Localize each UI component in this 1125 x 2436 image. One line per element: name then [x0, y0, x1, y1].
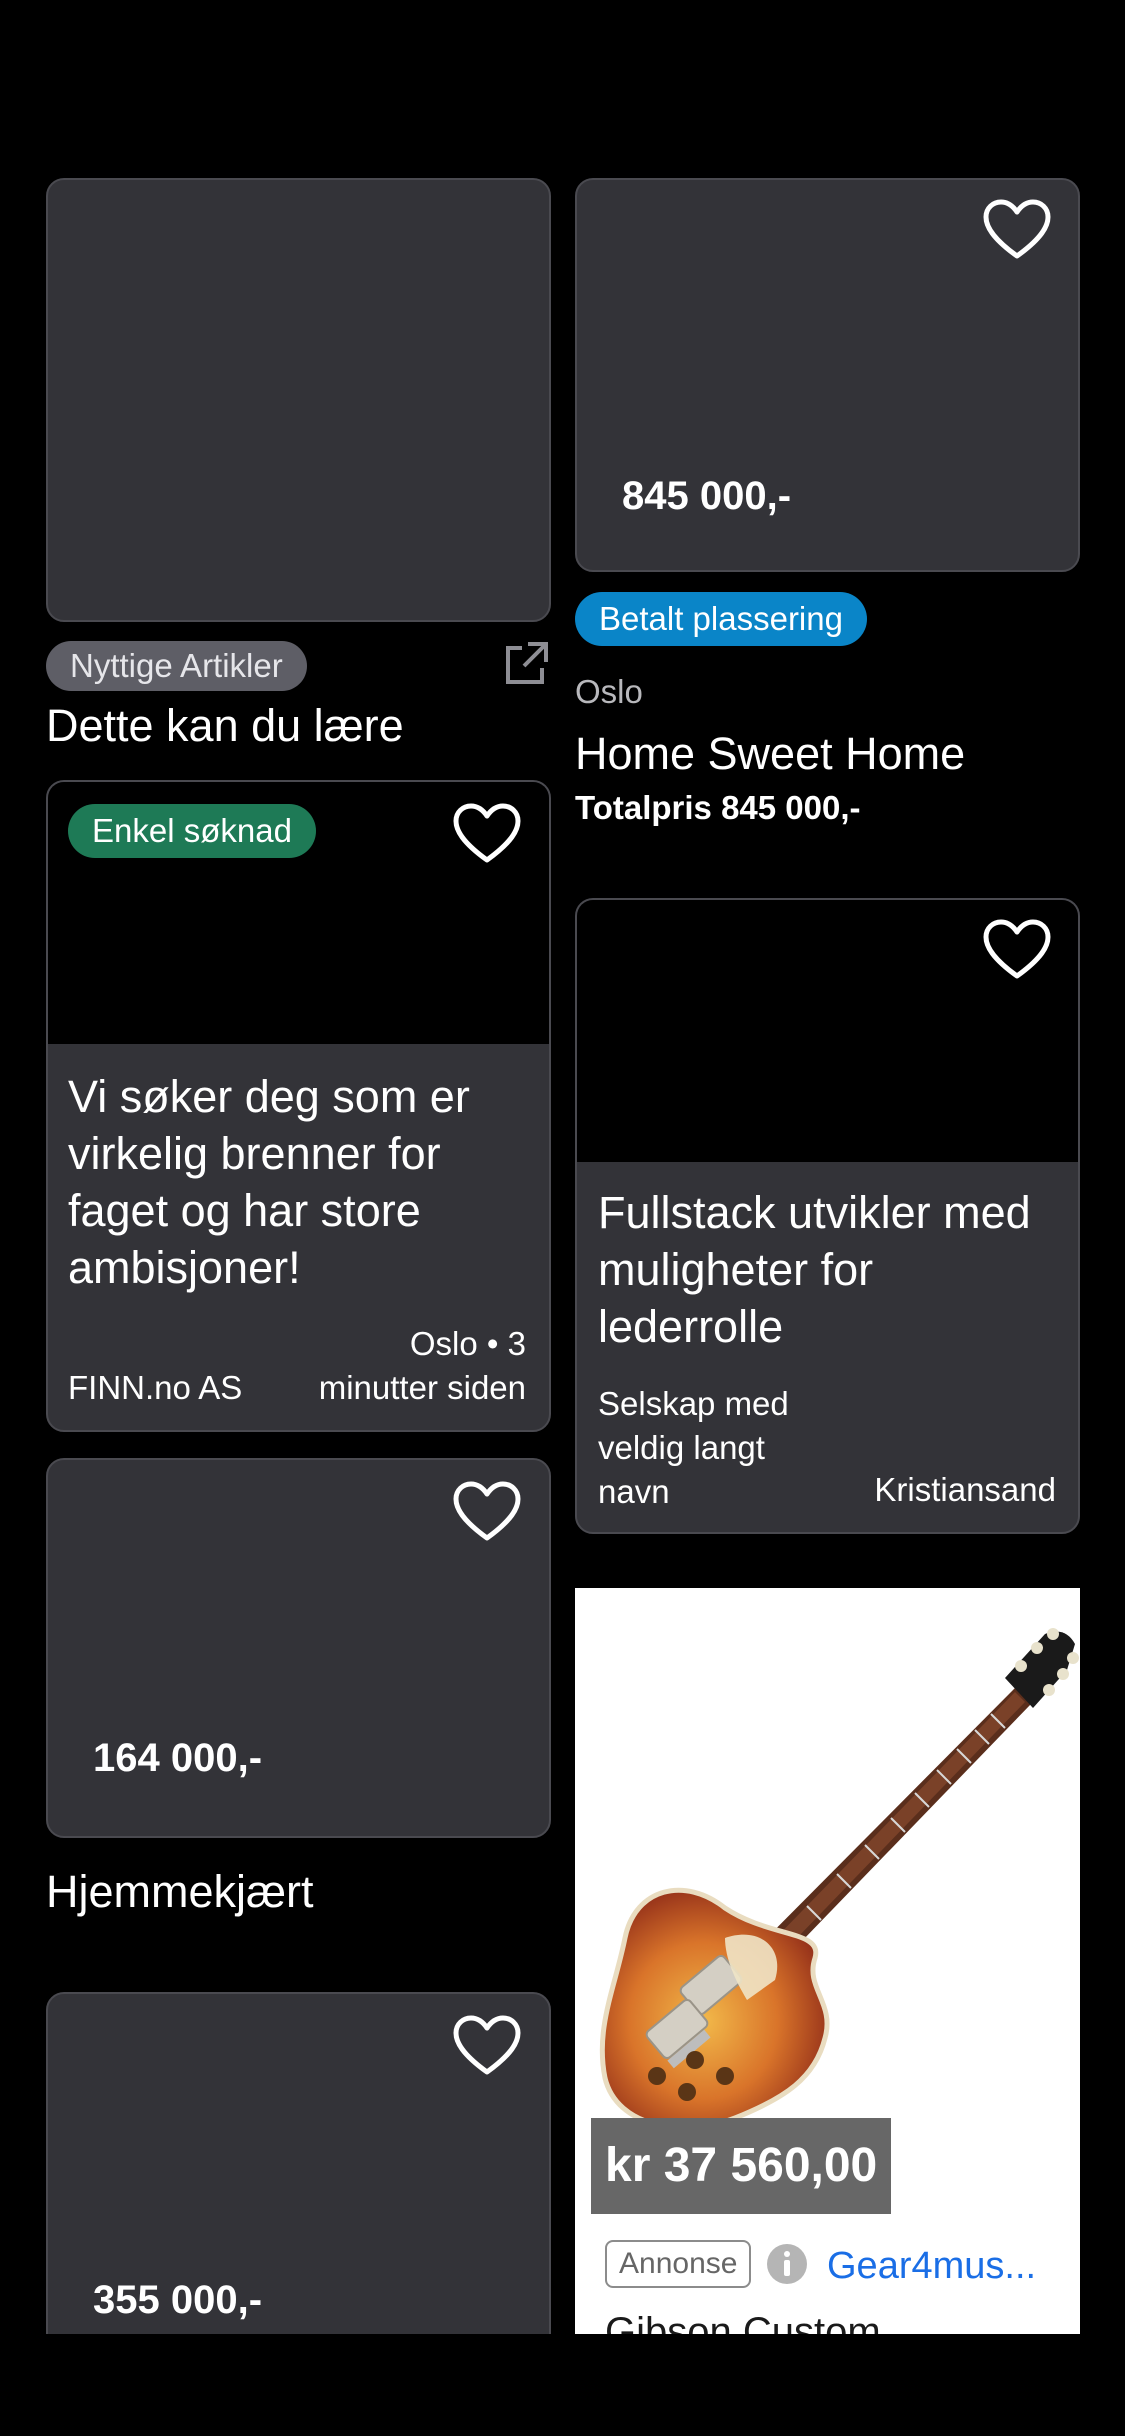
job-2-company: Selskap med veldig langt navn — [598, 1382, 789, 1514]
bottom-bar — [0, 2334, 1125, 2436]
job-2-company-line: Selskap med — [598, 1385, 789, 1422]
home-total-price: Totalpris 845 000,- — [575, 789, 861, 826]
job-2-title-line: Fullstack utvikler med — [598, 1187, 1031, 1238]
job-1-title-line: faget og har store — [68, 1185, 421, 1236]
job-2-company-line: veldig langt — [598, 1429, 765, 1466]
item-1-title[interactable]: Hjemmekjært — [46, 1866, 314, 1918]
external-link-icon[interactable] — [500, 640, 550, 690]
job-1-title-line: Vi søker deg som er — [68, 1071, 470, 1122]
article-title[interactable]: Dette kan du lære — [46, 700, 404, 752]
job-1-meta-line: minutter siden — [318, 1369, 526, 1406]
job-1-meta-line: Oslo • 3 — [409, 1325, 526, 1362]
guitar-image — [599, 1628, 1079, 2128]
ad-advertiser-link[interactable]: Gear4mus... — [827, 2244, 1036, 2288]
job-1-title-line: ambisjoner! — [68, 1242, 301, 1293]
job-1-title-line: virkelig brenner for — [68, 1128, 441, 1179]
ad-label: Annonse — [605, 2240, 752, 2288]
heart-icon[interactable] — [452, 1480, 522, 1544]
home-title[interactable]: Home Sweet Home — [575, 728, 965, 780]
heart-icon[interactable] — [452, 2014, 522, 2078]
home-price-overlay: 845 000,- — [622, 474, 792, 518]
job-2-company-line: navn — [598, 1473, 670, 1510]
job-1-company: FINN.no AS — [68, 1369, 243, 1406]
item-1-price: 164 000,- — [93, 1736, 263, 1780]
job-2-title-line: muligheter for — [598, 1244, 874, 1295]
article-badge: Nyttige Artikler — [46, 641, 307, 691]
job-2-location: Kristiansand — [874, 1471, 1056, 1508]
paid-placement-badge: Betalt plassering — [575, 592, 867, 646]
info-icon[interactable] — [765, 2242, 809, 2286]
heart-icon[interactable] — [452, 802, 522, 866]
ad-card[interactable]: kr 37 560,00 Annonse Gear4mus... Gibson … — [575, 1588, 1080, 2436]
heart-icon[interactable] — [982, 198, 1052, 262]
job-1-title: Vi søker deg som er virkelig brenner for… — [68, 1068, 528, 1296]
job-1-meta: Oslo • 3 minutter siden — [290, 1322, 526, 1410]
job-2-title-line: lederrolle — [598, 1301, 784, 1352]
job-2-title: Fullstack utvikler med muligheter for le… — [598, 1184, 1068, 1355]
article-card-image[interactable] — [46, 178, 551, 622]
ad-price-label: kr 37 560,00 — [591, 2118, 892, 2214]
item-2-price: 355 000,- — [93, 2278, 263, 2322]
home-location: Oslo — [575, 673, 643, 710]
heart-icon[interactable] — [982, 918, 1052, 982]
easy-apply-badge: Enkel søknad — [68, 804, 316, 858]
